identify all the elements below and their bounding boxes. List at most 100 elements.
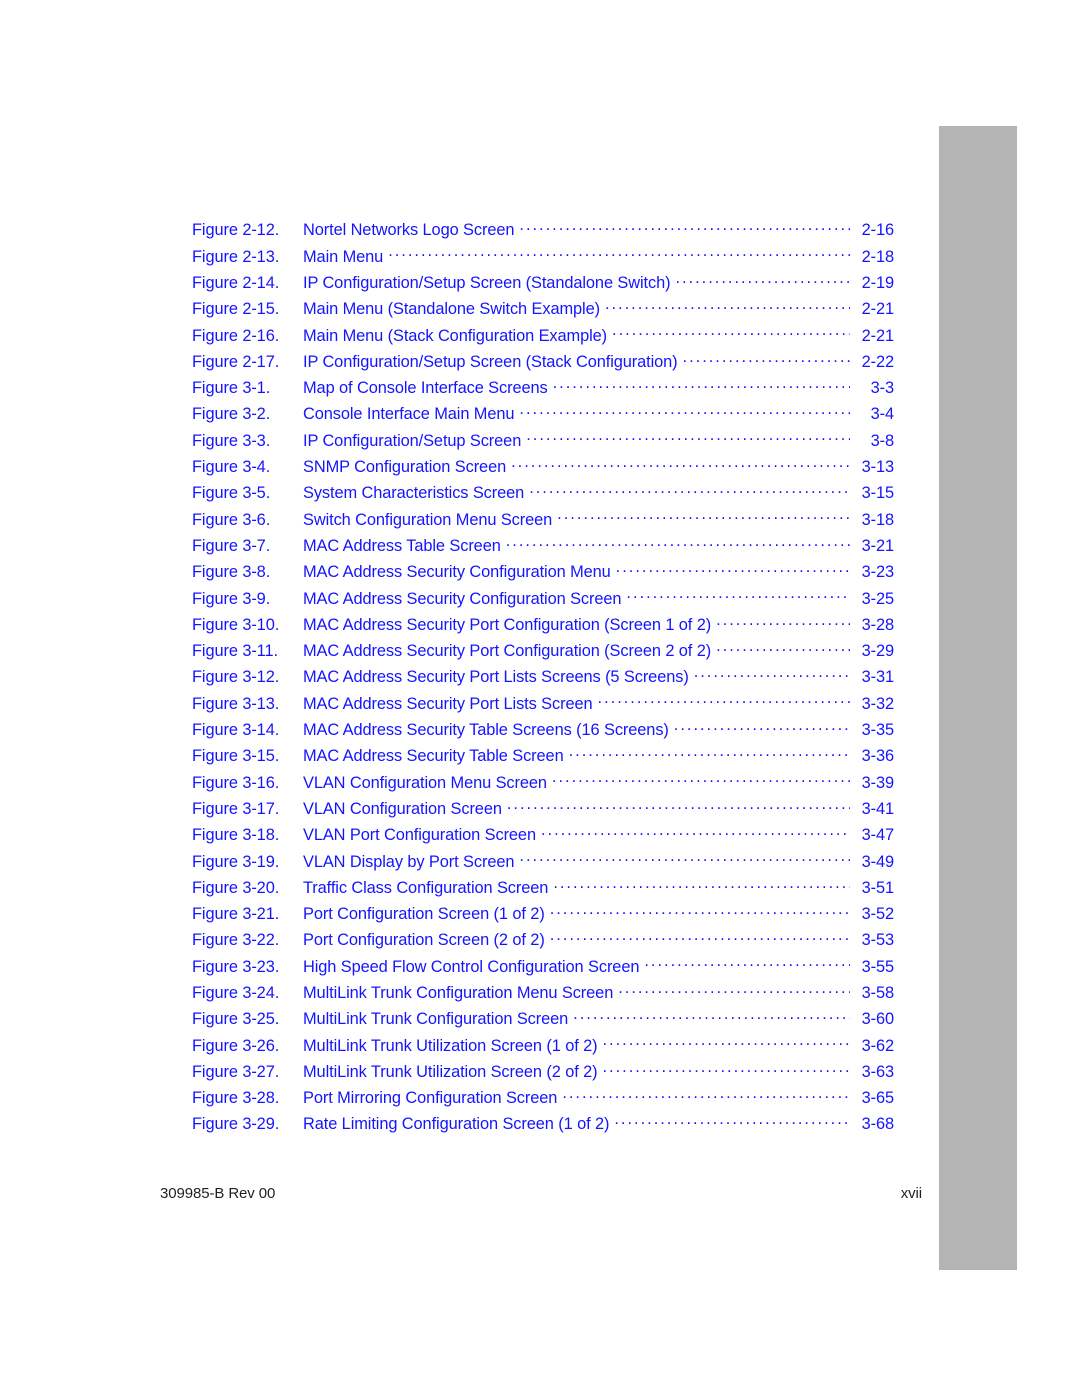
figure-entry[interactable]: Figure 3-21. Port Configuration Screen (1… xyxy=(192,903,894,929)
dot-leader xyxy=(618,982,850,998)
figure-entry-page: 2-18 xyxy=(861,247,895,266)
dot-leader xyxy=(614,1113,850,1129)
figure-entry[interactable]: Figure 3-7. MAC Address Table Screen 3-21 xyxy=(192,535,894,561)
figure-entry[interactable]: Figure 3-4. SNMP Configuration Screen 3-13 xyxy=(192,456,894,482)
figure-entry[interactable]: Figure 3-17. VLAN Configuration Screen 3-4… xyxy=(192,798,894,824)
figure-entry-label: Figure 3-29. xyxy=(192,1115,280,1134)
figure-entry[interactable]: Figure 2-13. Main Menu 2-18 xyxy=(192,245,894,271)
figure-entry[interactable]: Figure 3-9. MAC Address Security Configur… xyxy=(192,587,894,613)
figure-entry-label: Figure 2-12. xyxy=(192,221,280,240)
figure-entry-title: VLAN Configuration Screen xyxy=(303,799,502,818)
figure-entry-label: Figure 3-12. xyxy=(192,668,280,687)
dot-leader xyxy=(573,1008,850,1024)
dot-leader xyxy=(529,482,850,498)
figure-entry[interactable]: Figure 3-11. MAC Address Security Port Co… xyxy=(192,640,894,666)
figure-entry-page: 3-32 xyxy=(861,694,895,713)
list-of-figures: Figure 2-12. Nortel Networks Logo Screen 2… xyxy=(192,219,894,1139)
figure-entry-label: Figure 3-18. xyxy=(192,826,280,845)
dot-leader xyxy=(603,1034,851,1050)
figure-entry-page: 3-35 xyxy=(861,721,895,740)
figure-entry[interactable]: Figure 3-14. MAC Address Security Table S… xyxy=(192,719,894,745)
figure-entry-page: 3-58 xyxy=(861,984,895,1002)
figure-entry-page: 3-65 xyxy=(861,1089,895,1108)
figure-entry-label: Figure 3-2. xyxy=(192,405,271,424)
figure-entry[interactable]: Figure 3-12. MAC Address Security Port Li… xyxy=(192,666,894,692)
dot-leader xyxy=(603,1061,851,1077)
figure-entry[interactable]: Figure 3-23. High Speed Flow Control Conf… xyxy=(192,955,894,981)
figure-entry[interactable]: Figure 3-3. IP Configuration/Setup Screen… xyxy=(192,429,894,455)
figure-entry[interactable]: Figure 3-10. MAC Address Security Port Co… xyxy=(192,613,894,639)
dot-leader xyxy=(388,245,850,261)
footer-page-number: xvii xyxy=(900,1185,922,1202)
dot-leader xyxy=(612,324,850,340)
figure-entry-label: Figure 2-17. xyxy=(192,352,280,371)
figure-entry[interactable]: Figure 3-6. Switch Configuration Menu Scr… xyxy=(192,508,894,534)
figure-entry-title: MAC Address Security Table Screens (16 S… xyxy=(303,721,669,740)
figure-entry-title: Port Mirroring Configuration Screen xyxy=(303,1089,558,1108)
figure-entry-label: Figure 3-10. xyxy=(192,615,280,634)
dot-leader xyxy=(519,219,850,235)
figure-entry[interactable]: Figure 3-26. MultiLink Trunk Utilization … xyxy=(192,1034,894,1060)
figure-entry-title: VLAN Configuration Menu Screen xyxy=(303,773,547,792)
figure-entry-page: 2-21 xyxy=(861,300,895,319)
figure-entry[interactable]: Figure 2-17. IP Configuration/Setup Scree… xyxy=(192,350,894,376)
figure-entry-label: Figure 3-7. xyxy=(192,536,271,555)
figure-entry[interactable]: Figure 2-16. Main Menu (Stack Configurati… xyxy=(192,324,894,350)
figure-entry-label: Figure 3-5. xyxy=(192,484,271,503)
figure-entry-page: 3-63 xyxy=(861,1062,895,1081)
figure-entry[interactable]: Figure 3-20. Traffic Class Configuration … xyxy=(192,876,894,902)
figure-entry-title: Main Menu (Stack Configuration Example) xyxy=(303,326,608,345)
figure-entry-title: Rate Limiting Configuration Screen (1 of… xyxy=(303,1115,610,1134)
dot-leader xyxy=(716,613,850,629)
figure-entry-page: 2-22 xyxy=(861,352,895,371)
figure-entry-label: Figure 3-9. xyxy=(192,589,271,608)
figure-entry-page: 3-13 xyxy=(861,458,895,477)
figure-entry-page: 3-41 xyxy=(861,799,895,818)
figure-entry[interactable]: Figure 2-14. IP Configuration/Setup Scree… xyxy=(192,272,894,298)
figure-entry-title: IP Configuration/Setup Screen (Standalon… xyxy=(303,273,671,292)
figure-entry-label: Figure 3-26. xyxy=(192,1036,280,1055)
figure-entry[interactable]: Figure 3-25. MultiLink Trunk Configuratio… xyxy=(192,1008,894,1034)
figure-entry-title: MultiLink Trunk Utilization Screen (1 of… xyxy=(303,1036,598,1055)
figure-entry[interactable]: Figure 3-8. MAC Address Security Configur… xyxy=(192,561,894,587)
figure-entry[interactable]: Figure 3-15. MAC Address Security Table S… xyxy=(192,745,894,771)
figure-entry[interactable]: Figure 3-2. Console Interface Main Menu 3-… xyxy=(192,403,894,429)
figure-entry[interactable]: Figure 2-15. Main Menu (Standalone Switch… xyxy=(192,298,894,324)
side-tab-marker xyxy=(939,126,1017,1270)
dot-leader xyxy=(553,876,850,892)
dot-leader xyxy=(569,745,850,761)
figure-entry-label: Figure 3-15. xyxy=(192,747,280,766)
figure-entry-title: MultiLink Trunk Configuration Screen xyxy=(303,1010,569,1029)
figure-entry-title: MultiLink Trunk Utilization Screen (2 of… xyxy=(303,1062,598,1081)
figure-entry[interactable]: Figure 3-18. VLAN Port Configuration Scre… xyxy=(192,824,894,850)
figure-entry-page: 3-60 xyxy=(861,1010,895,1029)
figure-entry-label: Figure 3-14. xyxy=(192,721,280,740)
figure-entry[interactable]: Figure 3-28. Port Mirroring Configuration… xyxy=(192,1087,894,1113)
dot-leader xyxy=(644,955,850,971)
figure-entry[interactable]: Figure 3-29. Rate Limiting Configuration … xyxy=(192,1113,894,1139)
figure-entry-page: 3-49 xyxy=(861,852,895,871)
figure-entry[interactable]: Figure 3-19. VLAN Display by Port Screen 3… xyxy=(192,850,894,876)
figure-entry-title: Console Interface Main Menu xyxy=(303,405,515,424)
dot-leader xyxy=(605,298,850,314)
dot-leader xyxy=(616,561,850,577)
figure-entry-label: Figure 3-17. xyxy=(192,799,280,818)
figure-entry-page: 2-21 xyxy=(861,326,895,345)
figure-entry[interactable]: Figure 3-13. MAC Address Security Port Li… xyxy=(192,692,894,718)
figure-entry-label: Figure 3-27. xyxy=(192,1062,280,1081)
figure-entry[interactable]: Figure 3-24. MultiLink Trunk Configuratio… xyxy=(192,982,894,1008)
figure-entry[interactable]: Figure 3-22. Port Configuration Screen (2… xyxy=(192,929,894,955)
figure-entry-label: Figure 3-21. xyxy=(192,905,280,924)
figure-entry[interactable]: Figure 3-5. System Characteristics Screen… xyxy=(192,482,894,508)
dot-leader xyxy=(683,350,850,366)
figure-entry[interactable]: Figure 3-27. MultiLink Trunk Utilization … xyxy=(192,1061,894,1087)
figure-entry[interactable]: Figure 2-12. Nortel Networks Logo Screen 2… xyxy=(192,219,894,245)
figure-entry[interactable]: Figure 3-16. VLAN Configuration Menu Scre… xyxy=(192,771,894,797)
figure-entry-label: Figure 3-28. xyxy=(192,1089,280,1108)
dot-leader xyxy=(519,403,850,419)
figure-entry-page: 3-25 xyxy=(861,589,895,608)
figure-entry[interactable]: Figure 3-1. Map of Console Interface Scre… xyxy=(192,377,894,403)
figure-entry-page: 3-28 xyxy=(861,615,895,634)
figure-entry-label: Figure 2-13. xyxy=(192,247,280,266)
figure-entry-title: MultiLink Trunk Configuration Menu Scree… xyxy=(303,984,614,1002)
